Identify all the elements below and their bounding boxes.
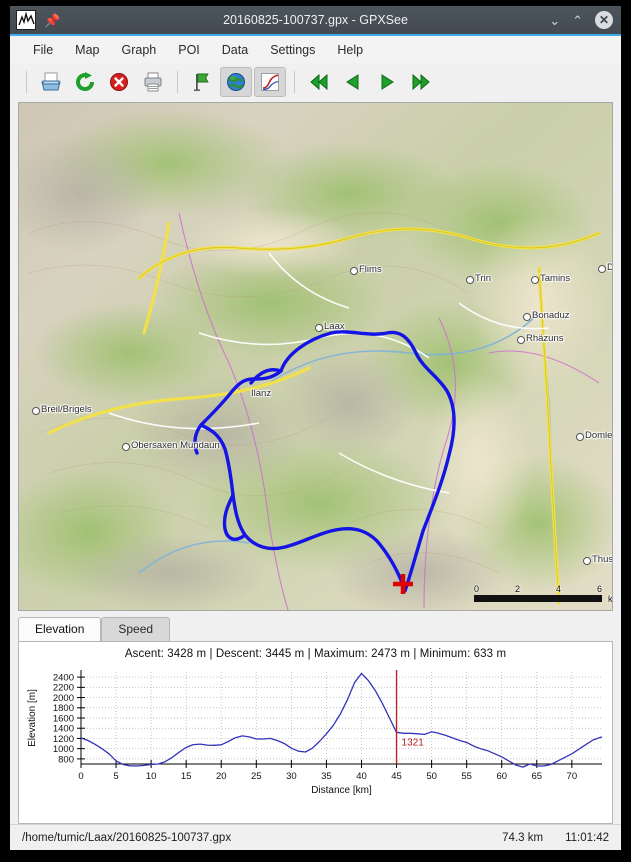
- menu-bar: File Map Graph POI Data Settings Help: [10, 36, 621, 63]
- scale-tick-2: 4: [555, 584, 561, 594]
- scale-bar-line: [474, 595, 602, 602]
- svg-text:10: 10: [146, 771, 157, 782]
- show-poi-button[interactable]: [186, 67, 218, 97]
- svg-text:20: 20: [216, 771, 227, 782]
- status-time: 11:01:42: [565, 831, 609, 844]
- menu-item-file[interactable]: File: [22, 40, 64, 60]
- map-label-trin: Trin: [465, 273, 492, 284]
- svg-text:0: 0: [78, 771, 83, 782]
- open-file-button[interactable]: [35, 67, 67, 97]
- svg-text:5: 5: [113, 771, 118, 782]
- map-label-ilanz: Ilanz: [251, 388, 272, 399]
- menu-item-settings[interactable]: Settings: [259, 40, 326, 60]
- svg-text:Elevation [m]: Elevation [m]: [27, 689, 38, 747]
- window-controls: ⌄ ⌃ ✕: [549, 11, 613, 29]
- svg-text:25: 25: [251, 771, 262, 782]
- close-file-button[interactable]: [103, 67, 135, 97]
- map-label-tamins: Tamins: [530, 273, 571, 284]
- svg-text:60: 60: [496, 771, 507, 782]
- svg-text:2400: 2400: [53, 673, 74, 684]
- elevation-plot[interactable]: 80010001200140016001800200022002400 0 5 10 1…: [19, 664, 612, 804]
- map-label-thusis: Thusis: [583, 554, 612, 565]
- map-label-laax: Laax: [315, 321, 345, 332]
- svg-text:Distance [km]: Distance [km]: [311, 785, 372, 796]
- scale-tick-3: 6: [596, 584, 602, 594]
- status-file-path: /home/tumic/Laax/20160825-100737.gpx: [22, 831, 232, 844]
- scale-unit-label: km: [608, 594, 613, 604]
- graph-tab-bar: Elevation Speed: [18, 617, 613, 641]
- map-label-obersaxen-mundaun: Obersaxen Mundaun: [122, 440, 220, 451]
- previous-button[interactable]: [337, 67, 369, 97]
- menu-item-poi[interactable]: POI: [167, 40, 211, 60]
- toolbar: [10, 63, 621, 100]
- tab-elevation[interactable]: Elevation: [18, 617, 102, 641]
- svg-text:800: 800: [58, 754, 74, 765]
- menu-item-graph[interactable]: Graph: [110, 40, 167, 60]
- svg-text:1321: 1321: [402, 737, 425, 748]
- last-button[interactable]: [405, 67, 437, 97]
- toolbar-separator: [177, 70, 178, 93]
- main-window: 📌 20160825-100737.gpx - GPXSee ⌄ ⌃ ✕ Fil…: [10, 6, 621, 850]
- svg-text:2000: 2000: [53, 693, 74, 704]
- elevation-graph-panel[interactable]: Ascent: 3428 m | Descent: 3445 m | Maxim…: [18, 641, 613, 824]
- svg-text:35: 35: [321, 771, 332, 782]
- show-graphs-button[interactable]: [254, 66, 286, 97]
- svg-text:50: 50: [426, 771, 437, 782]
- minimize-button[interactable]: ⌄: [549, 14, 560, 27]
- svg-text:55: 55: [461, 771, 472, 782]
- status-distance: 74.3 km: [502, 831, 544, 844]
- svg-text:30: 30: [286, 771, 297, 782]
- map-label-breil-brigels: Breil/Brigels: [32, 404, 92, 415]
- menu-item-help[interactable]: Help: [326, 40, 374, 60]
- show-map-button[interactable]: [220, 66, 252, 97]
- maximize-button[interactable]: ⌃: [572, 14, 583, 27]
- toolbar-separator: [26, 70, 27, 93]
- svg-text:40: 40: [356, 771, 367, 782]
- print-button[interactable]: [137, 67, 169, 97]
- scale-tick-1: 2: [514, 584, 520, 594]
- menu-item-data[interactable]: Data: [211, 40, 259, 60]
- svg-text:45: 45: [391, 771, 402, 782]
- first-button[interactable]: [303, 67, 335, 97]
- status-bar: /home/tumic/Laax/20160825-100737.gpx 74.…: [10, 824, 621, 850]
- svg-text:1000: 1000: [53, 744, 74, 755]
- svg-text:70: 70: [567, 771, 578, 782]
- scale-tick-0: 0: [474, 584, 480, 594]
- menu-item-map[interactable]: Map: [64, 40, 110, 60]
- map-canvas[interactable]: [19, 103, 612, 610]
- graph-statistics: Ascent: 3428 m | Descent: 3445 m | Maxim…: [124, 648, 507, 660]
- map-view[interactable]: Flims Trin Tamins Doma Bonaduz Rhäzuns L…: [18, 102, 613, 611]
- map-label-rhazuns: Rhäzuns: [517, 333, 564, 344]
- window-title: 20160825-100737.gpx - GPXSee: [223, 13, 408, 27]
- svg-text:1200: 1200: [53, 734, 74, 745]
- map-label-bonaduz: Bonaduz: [523, 310, 570, 321]
- svg-text:15: 15: [181, 771, 192, 782]
- map-label-flims: Flims: [350, 264, 382, 275]
- toolbar-separator: [294, 70, 295, 93]
- tab-speed[interactable]: Speed: [101, 617, 171, 641]
- map-label-domlesch: Domlesch: [575, 430, 612, 441]
- svg-text:2200: 2200: [53, 683, 74, 694]
- title-bar: 📌 20160825-100737.gpx - GPXSee ⌄ ⌃ ✕: [10, 6, 621, 36]
- reload-button[interactable]: [69, 67, 101, 97]
- next-button[interactable]: [371, 67, 403, 97]
- svg-text:1600: 1600: [53, 713, 74, 724]
- map-label-doma: Doma: [597, 262, 612, 273]
- close-button[interactable]: ✕: [595, 11, 613, 29]
- pin-icon[interactable]: 📌: [44, 14, 60, 27]
- gpxsee-logo-icon: [16, 10, 36, 30]
- map-scale-bar: 0 2 4 6 km: [474, 584, 612, 604]
- svg-text:1400: 1400: [53, 724, 74, 735]
- svg-text:1800: 1800: [53, 703, 74, 714]
- svg-text:65: 65: [531, 771, 542, 782]
